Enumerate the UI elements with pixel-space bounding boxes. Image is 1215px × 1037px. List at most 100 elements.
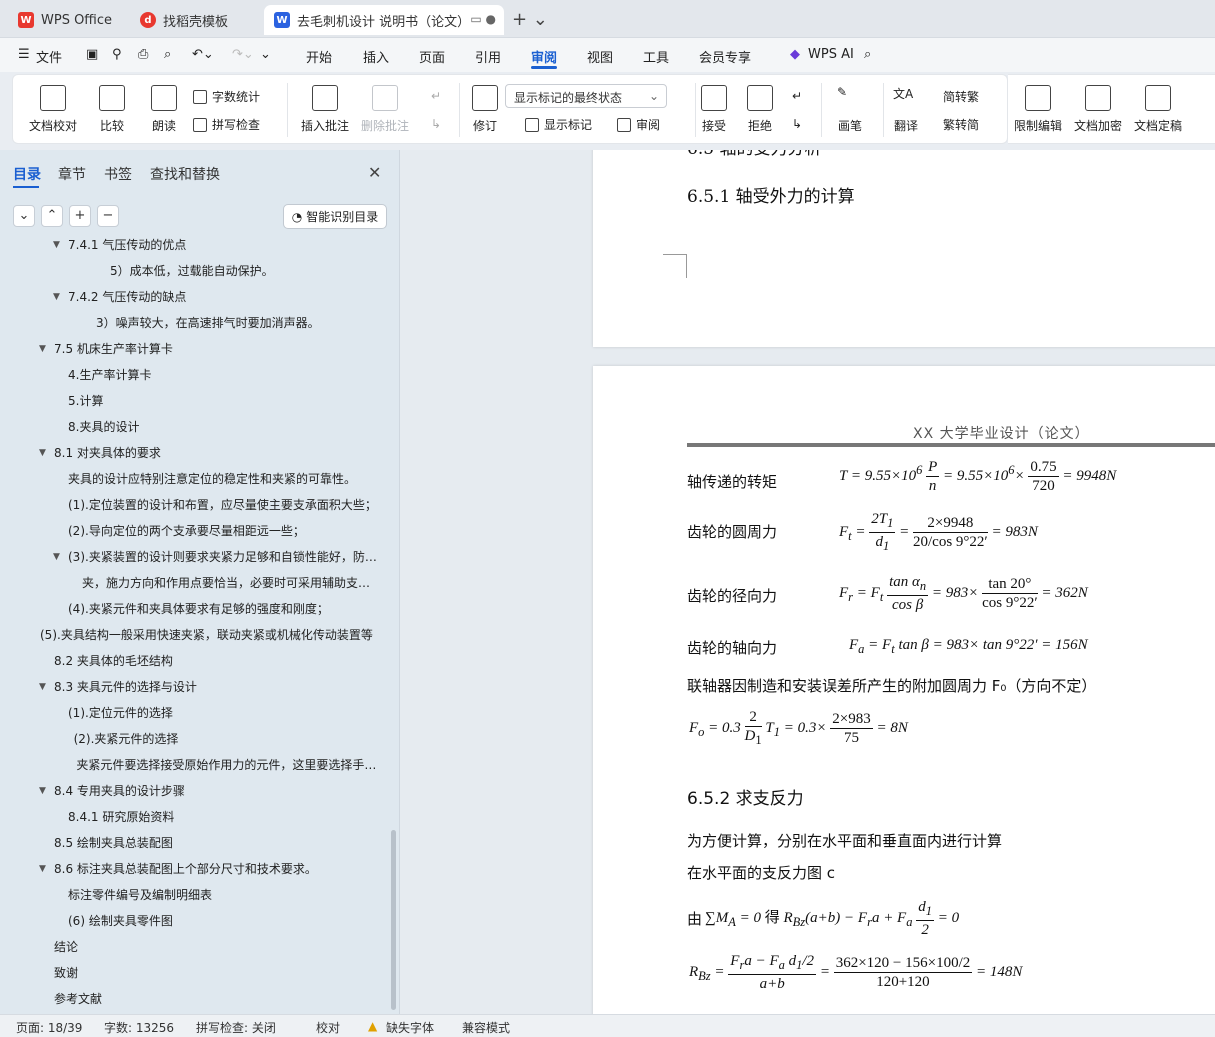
toc-item[interactable]: 夹，施力方向和作用点要恰当，必要时可采用辅助支承或辅助夹紧	[82, 574, 378, 594]
menu-reference[interactable]: 引用	[475, 47, 501, 66]
toc-item[interactable]: 8.3 夹具元件的选择与设计	[54, 678, 378, 698]
close-icon[interactable]: ✕	[368, 163, 381, 182]
toc-item[interactable]: 夹紧元件要选择接受原始作用力的元件，这里要选择手柄和螺杆	[76, 756, 378, 776]
insert-comment-button[interactable]: 插入批注	[301, 85, 349, 134]
hamburger-icon[interactable]: ☰	[18, 47, 30, 62]
toc-item[interactable]: (3).夹紧装置的设计则要求夹紧力足够和自锁性能好，防止工件在加工中产生振动或位…	[68, 548, 378, 568]
toc-item[interactable]: 致谢	[54, 964, 378, 984]
toc-item[interactable]: 8.4.1 研究原始资料	[68, 808, 378, 828]
toc-item[interactable]: (6) 绘制夹具零件图	[68, 912, 378, 932]
more-icon[interactable]: ⌄	[260, 47, 271, 62]
tab-dot-icon[interactable]: ▭ ●	[470, 12, 496, 26]
toc-item[interactable]: 4.生产率计算卡	[68, 366, 378, 386]
toc-item[interactable]: 8.5 绘制夹具总装配图	[54, 834, 378, 854]
doc-check-button[interactable]: 文档校对	[29, 85, 77, 134]
to-simplified-button[interactable]: 繁转简	[943, 116, 979, 133]
restrict-edit-button[interactable]: 限制编辑	[1014, 85, 1062, 134]
next-comment-icon[interactable]: ↳	[431, 117, 441, 131]
menu-start[interactable]: 开始	[306, 47, 332, 66]
toc-item[interactable]: 夹具的设计应特别注意定位的稳定性和夹紧的可靠性。	[68, 470, 378, 490]
toc-item[interactable]: (2).夹紧元件的选择	[74, 730, 378, 750]
prev-change-icon[interactable]: ↵	[792, 89, 802, 103]
review-button[interactable]: 审阅	[617, 116, 660, 133]
tab-document[interactable]: W 去毛刺机设计 说明书（论文） ▭ ●	[264, 5, 504, 35]
toc-expand-arrow-icon[interactable]: ▼	[39, 864, 46, 874]
menu-view[interactable]: 视图	[587, 47, 613, 66]
delete-comment-button[interactable]: 删除批注	[361, 85, 409, 134]
undo-icon[interactable]: ↶⌄	[192, 47, 214, 62]
toc-item[interactable]: 8.1 对夹具体的要求	[54, 444, 378, 464]
menu-file[interactable]: 文件	[36, 47, 62, 66]
tab-template[interactable]: d 找稻壳模板	[130, 5, 255, 35]
tab-wps-office[interactable]: W WPS Office	[8, 5, 123, 35]
toc-expand-arrow-icon[interactable]: ▼	[39, 448, 46, 458]
menu-review[interactable]: 审阅	[531, 47, 557, 66]
prev-comment-icon[interactable]: ↵	[431, 89, 441, 103]
toc-item[interactable]: 5）成本低，过载能自动保护。	[110, 262, 378, 282]
wps-ai-icon[interactable]: ◆	[790, 47, 800, 62]
show-markup-button[interactable]: 显示标记	[525, 116, 592, 133]
collapse-up-button[interactable]: ⌃	[41, 205, 63, 227]
toc-expand-arrow-icon[interactable]: ▼	[53, 292, 60, 302]
toc-expand-arrow-icon[interactable]: ▼	[39, 344, 46, 354]
remove-level-button[interactable]: −	[97, 205, 119, 227]
tab-bookmark[interactable]: 书签	[104, 164, 132, 184]
compare-button[interactable]: 比较	[99, 85, 125, 134]
tab-find-replace[interactable]: 查找和替换	[150, 164, 220, 184]
translate-button[interactable]: 文A 翻译	[893, 85, 919, 134]
menu-vip[interactable]: 会员专享	[699, 47, 751, 66]
tab-chapter[interactable]: 章节	[58, 164, 86, 184]
to-traditional-button[interactable]: 简转繁	[943, 88, 979, 105]
tab-toc[interactable]: 目录	[13, 164, 41, 184]
toc-item[interactable]: 结论	[54, 938, 378, 958]
toc-item[interactable]: 7.5 机床生产率计算卡	[54, 340, 378, 360]
toc-item[interactable]: 7.4.2 气压传动的缺点	[68, 288, 378, 308]
pen-button[interactable]: ✎ 画笔	[837, 85, 863, 134]
next-change-icon[interactable]: ↳	[792, 117, 802, 131]
page-indicator[interactable]: 页面: 18/39	[16, 1019, 82, 1036]
toc-item[interactable]: 5.计算	[68, 392, 378, 412]
toc-item[interactable]: (5).夹具结构一般采用快速夹紧，联动夹紧或机械化传动装置等	[40, 626, 378, 646]
word-count-button[interactable]: 字数统计	[193, 88, 260, 105]
reject-button[interactable]: 拒绝	[747, 85, 773, 134]
finalize-button[interactable]: 文档定稿	[1134, 85, 1182, 134]
print-preview-icon[interactable]: ⌕	[164, 47, 171, 62]
spell-check-button[interactable]: 拼写检查	[193, 116, 260, 133]
toc-item[interactable]: 8.夹具的设计	[68, 418, 378, 438]
expand-down-button[interactable]: ⌄	[13, 205, 35, 227]
markup-state-select[interactable]: 显示标记的最终状态 ⌄	[505, 84, 667, 108]
menu-page[interactable]: 页面	[419, 47, 445, 66]
toc-expand-arrow-icon[interactable]: ▼	[39, 786, 46, 796]
redo-icon[interactable]: ↷⌄	[232, 47, 254, 62]
compat-mode-status[interactable]: 兼容模式	[462, 1019, 510, 1036]
add-level-button[interactable]: +	[69, 205, 91, 227]
read-aloud-button[interactable]: 朗读	[151, 85, 177, 134]
share-icon[interactable]: ⚲	[112, 47, 122, 62]
missing-font-status[interactable]: 缺失字体	[386, 1019, 434, 1036]
print-icon[interactable]: ⎙	[138, 47, 148, 62]
toc-expand-arrow-icon[interactable]: ▼	[39, 682, 46, 692]
menu-insert[interactable]: 插入	[363, 47, 389, 66]
menu-tools[interactable]: 工具	[643, 47, 669, 66]
save-icon[interactable]: ▣	[86, 47, 98, 62]
spell-check-status[interactable]: 拼写检查: 关闭	[196, 1019, 276, 1036]
toc-item[interactable]: (2).导向定位的两个支承要尽量相距远一些；	[68, 522, 378, 542]
toc-scrollbar[interactable]	[391, 830, 396, 1010]
toc-item[interactable]: 8.2 夹具体的毛坯结构	[54, 652, 378, 672]
toc-item[interactable]: 3）噪声较大，在高速排气时要加消声器。	[96, 314, 378, 334]
toc-item[interactable]: (1).定位装置的设计和布置，应尽量使主要支承面积大些；	[68, 496, 378, 516]
new-tab-icon[interactable]: + ⌄	[512, 9, 548, 30]
toc-item[interactable]: 7.4.1 气压传动的优点	[68, 238, 378, 256]
toc-expand-arrow-icon[interactable]: ▼	[53, 240, 60, 250]
menu-wps-ai[interactable]: WPS AI	[808, 47, 854, 62]
toc-item[interactable]: (1).定位元件的选择	[68, 704, 378, 724]
toc-item[interactable]: 8.4 专用夹具的设计步骤	[54, 782, 378, 802]
toc-item[interactable]: 标注零件编号及编制明细表	[68, 886, 378, 906]
revise-button[interactable]: 修订	[472, 85, 498, 134]
search-icon[interactable]: ⌕	[864, 47, 871, 62]
toc-expand-arrow-icon[interactable]: ▼	[53, 552, 60, 562]
word-count-status[interactable]: 字数: 13256	[104, 1019, 174, 1036]
accept-button[interactable]: 接受	[701, 85, 727, 134]
encrypt-button[interactable]: 文档加密	[1074, 85, 1122, 134]
toc-item[interactable]: 8.6 标注夹具总装配图上个部分尺寸和技术要求。	[54, 860, 378, 880]
